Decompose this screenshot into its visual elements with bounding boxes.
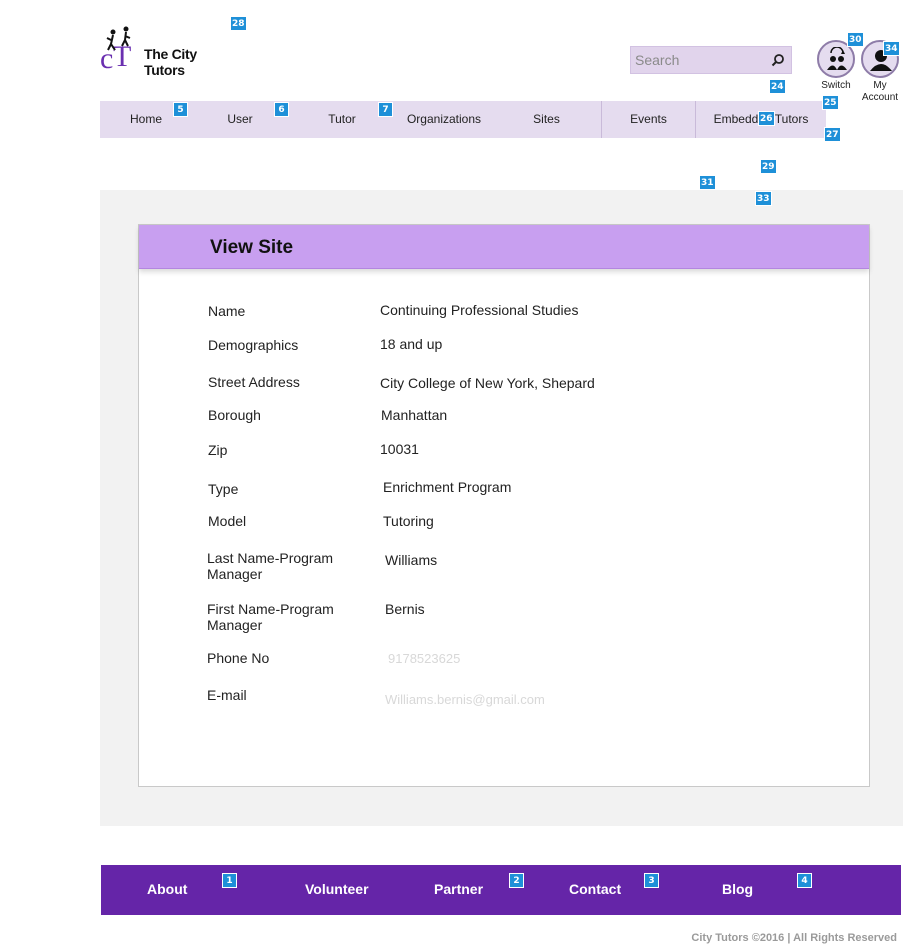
field-label-zip: Zip <box>208 442 228 458</box>
field-label-street-address: Street Address <box>208 374 300 390</box>
main-nav: Home User Tutor Organizations Sites Even… <box>100 101 826 138</box>
field-value-email: Williams.bernis@gmail.com <box>385 692 545 707</box>
field-label-model: Model <box>208 513 247 529</box>
footer-link-blog[interactable]: Blog <box>722 881 753 897</box>
footer-link-about[interactable]: About <box>147 881 187 897</box>
my-account-label-2: Account <box>861 92 899 103</box>
annotation-badge: 4 <box>797 873 812 888</box>
search-input[interactable] <box>631 47 771 73</box>
annotation-badge: 1 <box>222 873 237 888</box>
annotation-badge: 24 <box>769 79 786 94</box>
brand-name: The City Tutors <box>144 46 197 78</box>
field-value-last-name: Williams <box>385 552 438 568</box>
field-value-name: Continuing Professional Studies <box>380 302 579 318</box>
brand-logo[interactable]: c T The City Tutors <box>100 26 240 78</box>
switch-user-label: Switch <box>821 80 851 91</box>
annotation-badge: 25 <box>822 95 839 110</box>
field-value-street-address: City College of New York, Shepard <box>380 375 595 391</box>
search-box <box>630 46 792 74</box>
view-site-panel: View Site Name Continuing Professional S… <box>138 224 870 787</box>
my-account-label-1: My <box>873 80 887 91</box>
field-label-last-name: Last Name-Program Manager <box>207 550 334 582</box>
panel-header: View Site <box>139 225 869 269</box>
annotation-badge: 30 <box>847 32 864 47</box>
nav-sites[interactable]: Sites <box>492 101 601 138</box>
annotation-badge: 34 <box>883 41 900 56</box>
search-icon[interactable] <box>771 53 785 67</box>
footer-link-contact[interactable]: Contact <box>569 881 621 897</box>
field-label-type: Type <box>208 481 239 497</box>
annotation-badge: 28 <box>230 16 247 31</box>
nav-events[interactable]: Events <box>601 101 695 138</box>
annotation-badge: 33 <box>755 191 772 206</box>
logo-mark-icon: c T <box>100 26 131 72</box>
svg-text:c: c <box>100 42 113 72</box>
field-value-model: Tutoring <box>383 513 434 529</box>
copyright-text: City Tutors ©2016 | All Rights Reserved <box>691 932 897 944</box>
field-label-demographics: Demographics <box>208 337 299 353</box>
field-label-first-name: First Name-Program Manager <box>207 601 334 633</box>
annotation-badge: 26 <box>758 111 775 126</box>
field-value-demographics: 18 and up <box>380 336 443 352</box>
field-value-zip: 10031 <box>380 441 419 457</box>
annotation-badge: 2 <box>509 873 524 888</box>
field-value-borough: Manhattan <box>381 407 448 423</box>
annotation-badge: 5 <box>173 102 188 117</box>
annotation-badge: 3 <box>644 873 659 888</box>
field-label-phone: Phone No <box>207 650 270 666</box>
annotation-badge: 7 <box>378 102 393 117</box>
field-label-name: Name <box>208 303 246 319</box>
footer-link-volunteer[interactable]: Volunteer <box>305 881 369 897</box>
annotation-badge: 29 <box>760 159 777 174</box>
annotation-badge: 6 <box>274 102 289 117</box>
field-value-phone: 9178523625 <box>388 651 461 666</box>
field-value-type: Enrichment Program <box>383 479 512 495</box>
annotation-badge: 27 <box>824 127 841 142</box>
field-label-borough: Borough <box>208 407 261 423</box>
footer-link-partner[interactable]: Partner <box>434 881 483 897</box>
field-value-first-name: Bernis <box>385 601 425 617</box>
annotation-badge: 31 <box>699 175 716 190</box>
footer-bar: About Volunteer Partner Contact Blog <box>101 865 901 915</box>
nav-organizations[interactable]: Organizations <box>396 101 492 138</box>
field-label-email: E-mail <box>207 687 247 703</box>
page-title: View Site <box>210 237 294 258</box>
